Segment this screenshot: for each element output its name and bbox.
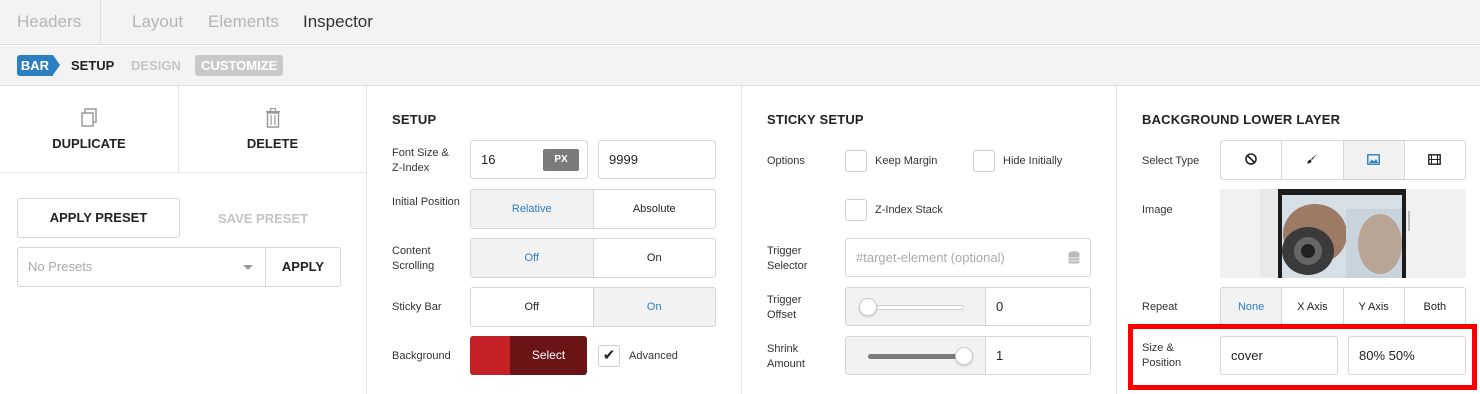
repeat-selector: None X Axis Y Axis Both	[1220, 287, 1466, 327]
brush-icon	[1307, 154, 1318, 164]
options-label: Options	[767, 155, 805, 167]
delete-label: DELETE	[246, 136, 299, 151]
content-scrolling-toggle: Off On	[470, 238, 716, 278]
sticky-on-option[interactable]: On	[593, 288, 715, 326]
repeat-y-option[interactable]: Y Axis	[1344, 288, 1405, 326]
sticky-bar-toggle: Off On	[470, 287, 716, 327]
apply-button[interactable]: APPLY	[265, 247, 341, 287]
image-label: Image	[1142, 204, 1173, 216]
breadcrumb-bar-label: BAR	[17, 55, 53, 76]
top-tab-bar: Headers Layout Elements Inspector	[0, 0, 1480, 45]
tab-elements[interactable]: Elements	[208, 12, 279, 32]
chevron-down-icon	[243, 265, 253, 270]
none-icon	[1245, 153, 1257, 165]
tab-inspector[interactable]: Inspector	[303, 12, 373, 32]
scrolling-off-option[interactable]: Off	[471, 239, 594, 277]
trigger-offset-slider[interactable]	[845, 287, 986, 326]
copy-icon	[80, 108, 98, 133]
type-image-option[interactable]	[1343, 141, 1405, 179]
hide-initially-label: Hide Initially	[1003, 155, 1063, 167]
keep-margin-label: Keep Margin	[875, 155, 938, 167]
scrolling-on-option[interactable]: On	[594, 239, 716, 277]
image-preview[interactable]	[1220, 189, 1466, 278]
background-layer-title: BACKGROUND LOWER LAYER	[1142, 112, 1341, 127]
font-size-label: Font Size & Z-Index	[392, 147, 449, 174]
breadcrumb-setup[interactable]: SETUP	[71, 58, 114, 73]
trigger-selector-placeholder: #target-element (optional)	[856, 250, 1005, 265]
column-divider	[1116, 86, 1117, 394]
section-divider	[0, 172, 366, 173]
sticky-bar-label: Sticky Bar	[392, 301, 442, 313]
repeat-none-option[interactable]: None	[1221, 288, 1283, 326]
type-none-option[interactable]	[1221, 141, 1283, 179]
initial-position-toggle: Relative Absolute	[470, 189, 716, 229]
breadcrumb-bar-badge[interactable]: BAR	[17, 55, 60, 76]
content-scrolling-label: Content Scrolling	[392, 245, 435, 272]
slider-handle[interactable]	[955, 347, 973, 365]
hide-initially-checkbox[interactable]	[973, 150, 995, 172]
save-preset-button[interactable]: SAVE PRESET	[218, 211, 308, 226]
background-select-label: Select	[510, 336, 587, 375]
column-divider	[741, 86, 742, 394]
background-color-picker[interactable]: Select	[470, 336, 587, 375]
slider-fill	[868, 354, 964, 359]
shrink-amount-slider[interactable]	[845, 336, 986, 375]
trigger-selector-input[interactable]: #target-element (optional)	[845, 238, 1091, 277]
duplicate-label: DUPLICATE	[52, 136, 126, 151]
shrink-amount-input[interactable]: 1	[985, 336, 1091, 375]
keep-margin-checkbox[interactable]	[845, 150, 867, 172]
presets-dropdown[interactable]: No Presets	[17, 247, 266, 287]
tab-layout[interactable]: Layout	[132, 12, 183, 32]
breadcrumb-arrow	[53, 55, 60, 75]
column-divider	[366, 86, 367, 394]
initial-position-label: Initial Position	[392, 196, 460, 208]
image-thumbnail	[1220, 189, 1466, 278]
shrink-amount-label: Shrink Amount	[767, 343, 805, 370]
trigger-offset-input[interactable]: 0	[985, 287, 1091, 326]
repeat-both-option[interactable]: Both	[1405, 288, 1465, 326]
database-icon	[1068, 251, 1080, 264]
highlight-box	[1128, 324, 1477, 390]
slider-handle[interactable]	[859, 298, 877, 316]
background-type-selector	[1220, 140, 1466, 180]
slider-track	[868, 305, 964, 310]
font-size-input[interactable]: 16 PX	[470, 140, 588, 179]
select-type-label: Select Type	[1142, 155, 1200, 167]
z-index-input[interactable]: 9999	[598, 140, 716, 179]
z-index-stack-checkbox[interactable]	[845, 199, 867, 221]
breadcrumb-design[interactable]: DESIGN	[131, 58, 181, 73]
tab-divider	[100, 0, 101, 44]
advanced-checkbox[interactable]: ✔	[598, 345, 620, 367]
type-video-option[interactable]	[1405, 141, 1465, 179]
breadcrumb-customize[interactable]: CUSTOMIZE	[195, 55, 284, 76]
position-absolute-option[interactable]: Absolute	[594, 190, 716, 228]
presets-placeholder: No Presets	[28, 259, 93, 274]
type-color-option[interactable]	[1282, 141, 1344, 179]
apply-preset-button[interactable]: APPLY PRESET	[17, 198, 180, 238]
trigger-offset-label: Trigger Offset	[767, 294, 802, 321]
repeat-x-option[interactable]: X Axis	[1282, 288, 1344, 326]
delete-button[interactable]: DELETE	[179, 86, 366, 172]
sticky-off-option[interactable]: Off	[471, 288, 594, 326]
background-label: Background	[392, 350, 451, 362]
repeat-label: Repeat	[1142, 301, 1178, 313]
sticky-setup-title: STICKY SETUP	[767, 112, 864, 127]
z-index-stack-label: Z-Index Stack	[875, 204, 943, 216]
font-size-value: 16	[481, 152, 496, 167]
trigger-selector-label: Trigger Selector	[767, 245, 808, 272]
image-icon	[1367, 154, 1381, 165]
duplicate-button[interactable]: DUPLICATE	[0, 86, 178, 172]
setup-title: SETUP	[392, 112, 437, 127]
tab-headers[interactable]: Headers	[17, 12, 81, 32]
video-icon	[1428, 154, 1442, 165]
trash-icon	[265, 107, 281, 133]
advanced-label: Advanced	[629, 350, 678, 362]
position-relative-option[interactable]: Relative	[471, 190, 594, 228]
font-unit-badge[interactable]: PX	[543, 149, 579, 171]
color-swatch	[470, 336, 510, 375]
